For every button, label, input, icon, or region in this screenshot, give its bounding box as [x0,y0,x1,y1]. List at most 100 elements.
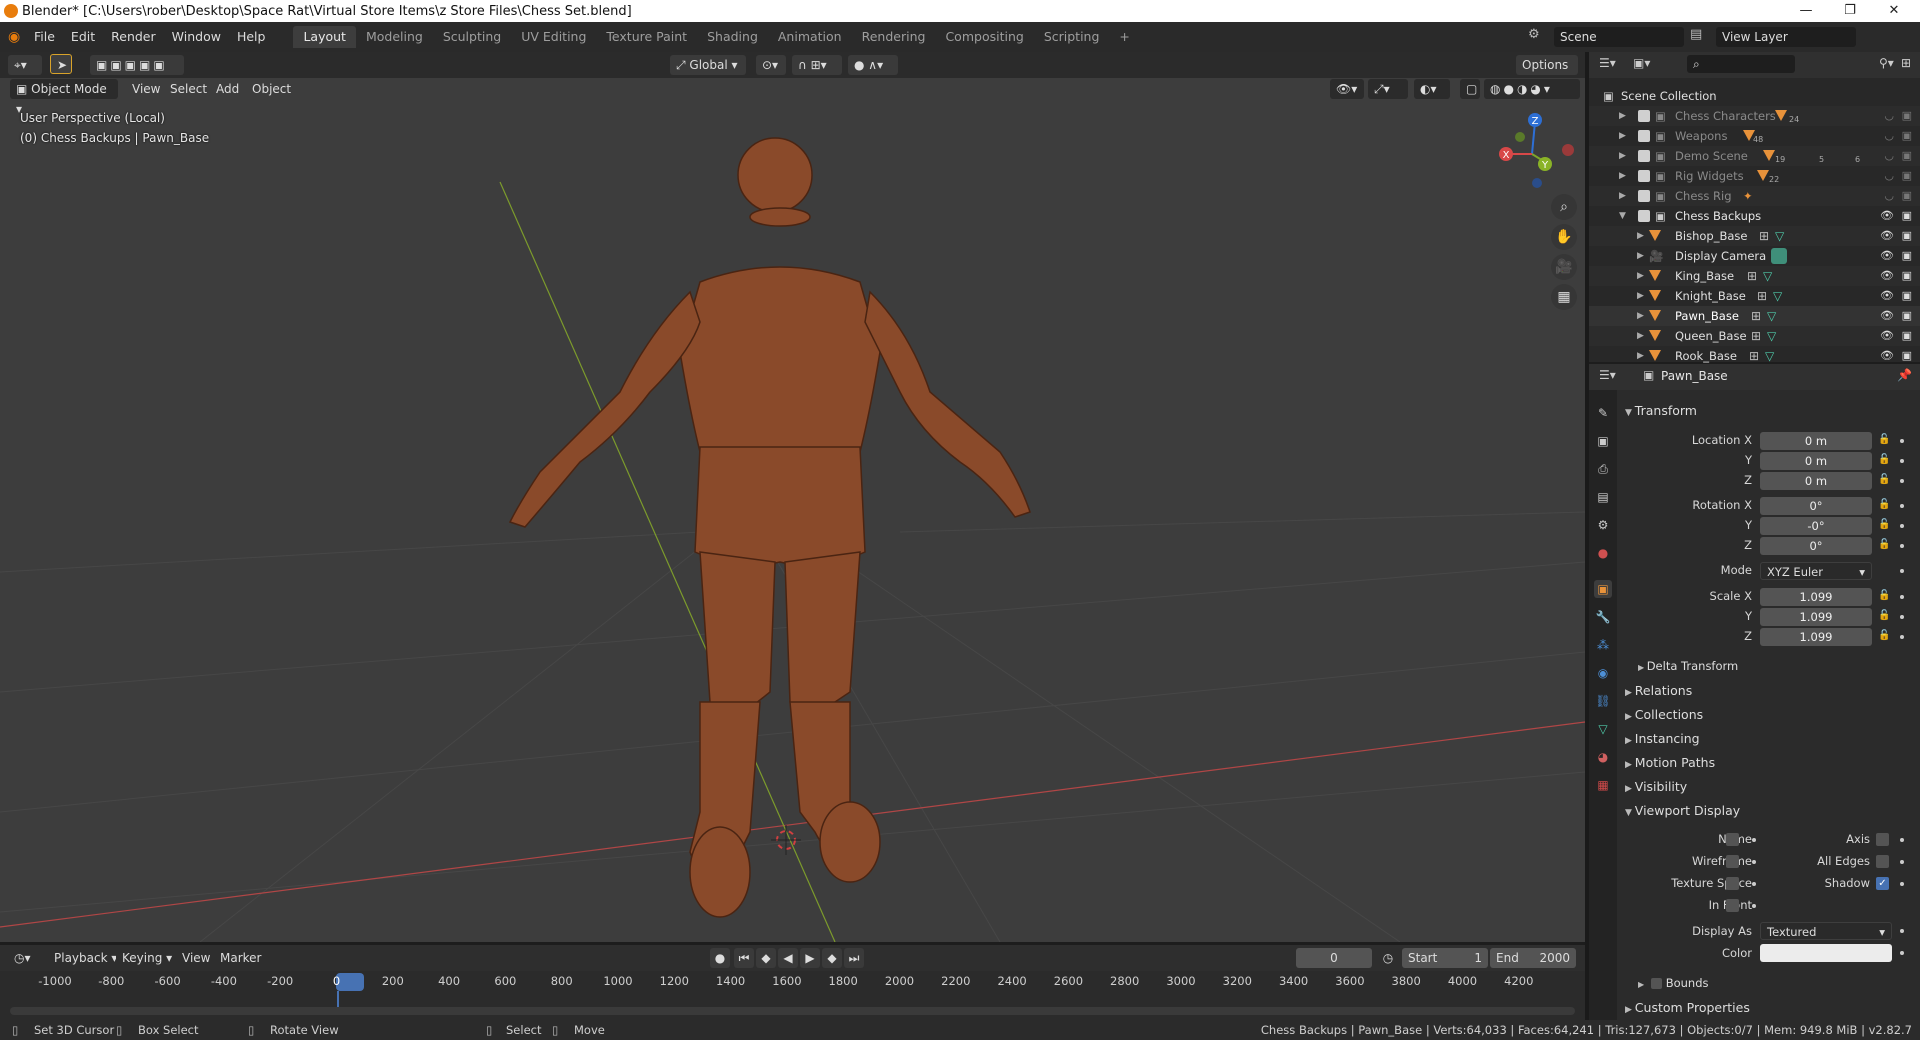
menu-file[interactable]: File [26,26,63,48]
maximize-button[interactable]: ❐ [1828,0,1872,22]
current-frame-field[interactable]: 0 [1296,948,1372,968]
add-workspace-button[interactable]: + [1109,26,1139,48]
start-frame-field[interactable]: Start 1 [1402,948,1488,968]
clock-icon[interactable]: ◷ [1378,948,1398,968]
minimize-button[interactable]: — [1784,0,1828,22]
relations-section[interactable]: ▶ Relations [1625,683,1692,698]
tab-compositing[interactable]: Compositing [935,26,1033,48]
menu-window[interactable]: Window [164,26,229,48]
tab-modeling[interactable]: Modeling [356,26,433,48]
snap-icon[interactable]: ∩ ⊞▾ [792,55,842,75]
render-tab-icon[interactable]: ▣ [1594,432,1612,450]
lock-icon[interactable]: 🔓 [1878,519,1890,530]
tab-scripting[interactable]: Scripting [1034,26,1110,48]
viewport-menu-view[interactable]: View [126,79,166,99]
view-layer-selector[interactable]: View Layer [1716,27,1856,47]
outliner-collection-row[interactable]: ▶ ▣ Chess Rig ✦ ◡ ▣ [1589,186,1920,206]
texture-tab-icon[interactable]: ▦ [1594,776,1612,794]
expand-arrow-icon[interactable]: ▶ [1619,166,1626,186]
keyframe-dot-icon[interactable] [1752,860,1756,864]
outliner-search-input[interactable]: ⌕ [1687,55,1795,73]
end-frame-field[interactable]: End 2000 [1490,948,1576,968]
jump-end-icon[interactable]: ⏭ [844,948,864,968]
hide-icon[interactable]: ◡ [1884,186,1894,206]
outliner-object-row[interactable]: ▶ Rook_Base ⊞ ▽ 👁 ▣ [1589,346,1920,366]
exclude-checkbox[interactable] [1638,210,1650,222]
tab-uv-editing[interactable]: UV Editing [511,26,596,48]
collapse-arrow-icon[interactable]: ▼ [1619,206,1626,226]
eye-icon[interactable]: 👁 [1880,286,1894,306]
overlay-toggle-icon[interactable]: ◐▾ [1414,79,1450,99]
eye-icon[interactable]: 👁 [1880,326,1894,346]
camera-icon[interactable]: ▣ [1902,206,1912,226]
expand-arrow-icon[interactable]: ▶ [1619,186,1626,206]
all-edges-checkbox[interactable] [1876,855,1889,868]
timeline-view-menu[interactable]: View [176,948,217,968]
record-icon[interactable]: ● [710,948,730,968]
proportional-edit-icon[interactable]: ● ∧▾ [848,55,898,75]
expand-arrow-icon[interactable]: ▶ [1637,306,1644,326]
keyframe-dot-icon[interactable] [1752,838,1756,842]
hide-icon[interactable]: ◡ [1884,146,1894,166]
modifier-tab-icon[interactable]: 🔧 [1594,608,1612,626]
tab-texture-paint[interactable]: Texture Paint [596,26,697,48]
camera-icon[interactable]: ▣ [1902,226,1912,246]
timeline-editor-icon[interactable]: ◷▾ [8,948,38,968]
lock-icon[interactable]: 🔓 [1878,499,1890,510]
motion-paths-section[interactable]: ▶ Motion Paths [1625,755,1715,770]
constraints-tab-icon[interactable]: ⛓ [1594,692,1612,710]
camera-icon[interactable]: ▣ [1902,346,1912,366]
eye-icon[interactable]: 👁 [1880,346,1894,366]
keyframe-dot-icon[interactable] [1900,544,1904,548]
location-z-field[interactable]: 0 m [1760,472,1872,490]
expand-arrow-icon[interactable]: ▶ [1619,126,1626,146]
object-tab-icon[interactable]: ▣ [1594,580,1612,598]
lock-icon[interactable]: 🔓 [1878,434,1890,445]
material-tab-icon[interactable]: ◕ [1594,748,1612,766]
tab-rendering[interactable]: Rendering [852,26,936,48]
outliner-collection-row[interactable]: ▼ ▣ Chess Backups 👁 ▣ [1589,206,1920,226]
outliner-object-row[interactable]: ▶ 🎥 Display Camera 👁 ▣ [1589,246,1920,266]
timeline-scrollbar[interactable] [10,1007,1575,1015]
eye-icon[interactable]: 👁 [1880,306,1894,326]
keyframe-dot-icon[interactable] [1900,929,1904,933]
timeline-ruler[interactable]: -1000 -800 -600 -400 -200 0 200 400 600 800 1000 12… [0,971,1585,993]
select-mode-icons[interactable]: ▣▣▣▣▣ [90,55,184,75]
menu-edit[interactable]: Edit [63,26,103,48]
outliner-object-row[interactable]: ▶ Knight_Base ⊞ ▽ 👁 ▣ [1589,286,1920,306]
camera-icon[interactable]: ▣ [1902,326,1912,346]
hide-icon[interactable]: ◡ [1884,106,1894,126]
editor-type-icon[interactable]: ⌖▾ [8,55,42,75]
keyframe-dot-icon[interactable] [1900,524,1904,528]
expand-arrow-icon[interactable]: ▶ [1637,266,1644,286]
properties-editor-icon[interactable]: ☰▾ [1599,368,1616,382]
blender-menu-icon[interactable]: ◉ [8,28,26,46]
visibility-section[interactable]: ▶ Visibility [1625,779,1687,794]
rotation-z-field[interactable]: 0° [1760,537,1872,555]
viewport-menu-object[interactable]: Object [246,79,297,99]
filter-icon[interactable]: ⚲▾ [1879,56,1894,70]
next-keyframe-icon[interactable]: ◆ [822,948,842,968]
axis-checkbox[interactable] [1876,833,1889,846]
name-checkbox[interactable] [1726,833,1739,846]
keyframe-dot-icon[interactable] [1900,860,1904,864]
keyframe-dot-icon[interactable] [1900,882,1904,886]
lock-icon[interactable]: 🔓 [1878,474,1890,485]
outliner-scene-collection[interactable]: ▣ Scene Collection [1589,86,1920,106]
play-reverse-icon[interactable]: ◀ [778,948,798,968]
keyframe-dot-icon[interactable] [1900,595,1904,599]
menu-help[interactable]: Help [229,26,274,48]
color-swatch[interactable] [1760,944,1892,962]
physics-tab-icon[interactable]: ◉ [1594,664,1612,682]
mode-dropdown[interactable]: ▣ Object Mode ▾ [10,79,118,116]
instancing-section[interactable]: ▶ Instancing [1625,731,1700,746]
mesh-data-tab-icon[interactable]: ▽ [1594,720,1612,738]
tool-tab-icon[interactable]: ✎ [1594,404,1612,422]
options-dropdown[interactable]: Options ▾ [1516,55,1578,92]
display-as-dropdown[interactable]: Textured ▾ [1760,922,1892,940]
camera-icon[interactable]: ▣ [1902,266,1912,286]
exclude-checkbox[interactable] [1638,110,1650,122]
hide-icon[interactable]: ◡ [1884,126,1894,146]
display-mode-icon[interactable]: ▣▾ [1633,56,1650,70]
expand-arrow-icon[interactable]: ▶ [1637,326,1644,346]
